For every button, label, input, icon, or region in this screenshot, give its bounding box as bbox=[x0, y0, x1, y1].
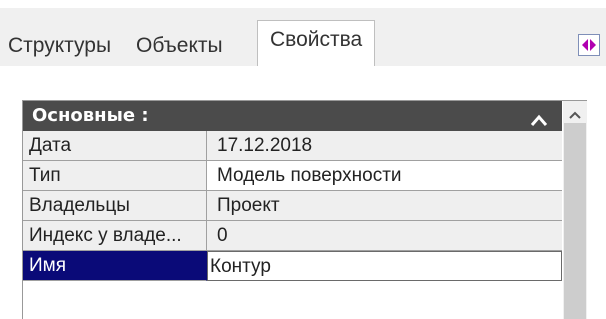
property-key: Дата bbox=[23, 131, 207, 161]
tab-structures[interactable]: Структуры bbox=[8, 26, 111, 66]
tab-properties[interactable]: Свойства bbox=[257, 20, 376, 67]
pin-icon bbox=[582, 39, 596, 51]
property-value: 0 bbox=[207, 221, 562, 251]
tab-bar: Структуры Объекты Свойства bbox=[0, 8, 606, 67]
property-row-owners[interactable]: Владельцы Проект bbox=[23, 191, 562, 221]
group-title: Основные : bbox=[32, 105, 149, 126]
property-row-name[interactable]: Имя Контур bbox=[23, 251, 562, 281]
property-value: Проект bbox=[207, 191, 562, 221]
property-row-owner-index[interactable]: Индекс у владе... 0 bbox=[23, 221, 562, 251]
vertical-scrollbar[interactable] bbox=[563, 101, 587, 319]
property-value: 17.12.2018 bbox=[207, 131, 562, 161]
property-key: Владельцы bbox=[23, 191, 207, 221]
name-input[interactable]: Контур bbox=[207, 251, 562, 281]
tab-objects[interactable]: Объекты bbox=[136, 26, 223, 66]
property-key: Индекс у владе... bbox=[23, 221, 207, 251]
property-value[interactable]: Модель поверхности bbox=[207, 161, 562, 191]
property-key: Тип bbox=[23, 161, 207, 191]
property-row-type[interactable]: Тип Модель поверхности bbox=[23, 161, 562, 191]
property-grid: Основные : Дата 17.12.2018 Тип Модель по… bbox=[22, 100, 587, 319]
property-key: Имя bbox=[23, 251, 207, 281]
group-header-basic[interactable]: Основные : bbox=[23, 101, 562, 131]
scrollbar-thumb[interactable] bbox=[564, 123, 586, 319]
properties-window: Структуры Объекты Свойства Основные : Да… bbox=[0, 0, 606, 319]
properties-content: Основные : Дата 17.12.2018 Тип Модель по… bbox=[0, 66, 606, 319]
property-row-date[interactable]: Дата 17.12.2018 bbox=[23, 131, 562, 161]
pin-button[interactable] bbox=[578, 34, 600, 56]
